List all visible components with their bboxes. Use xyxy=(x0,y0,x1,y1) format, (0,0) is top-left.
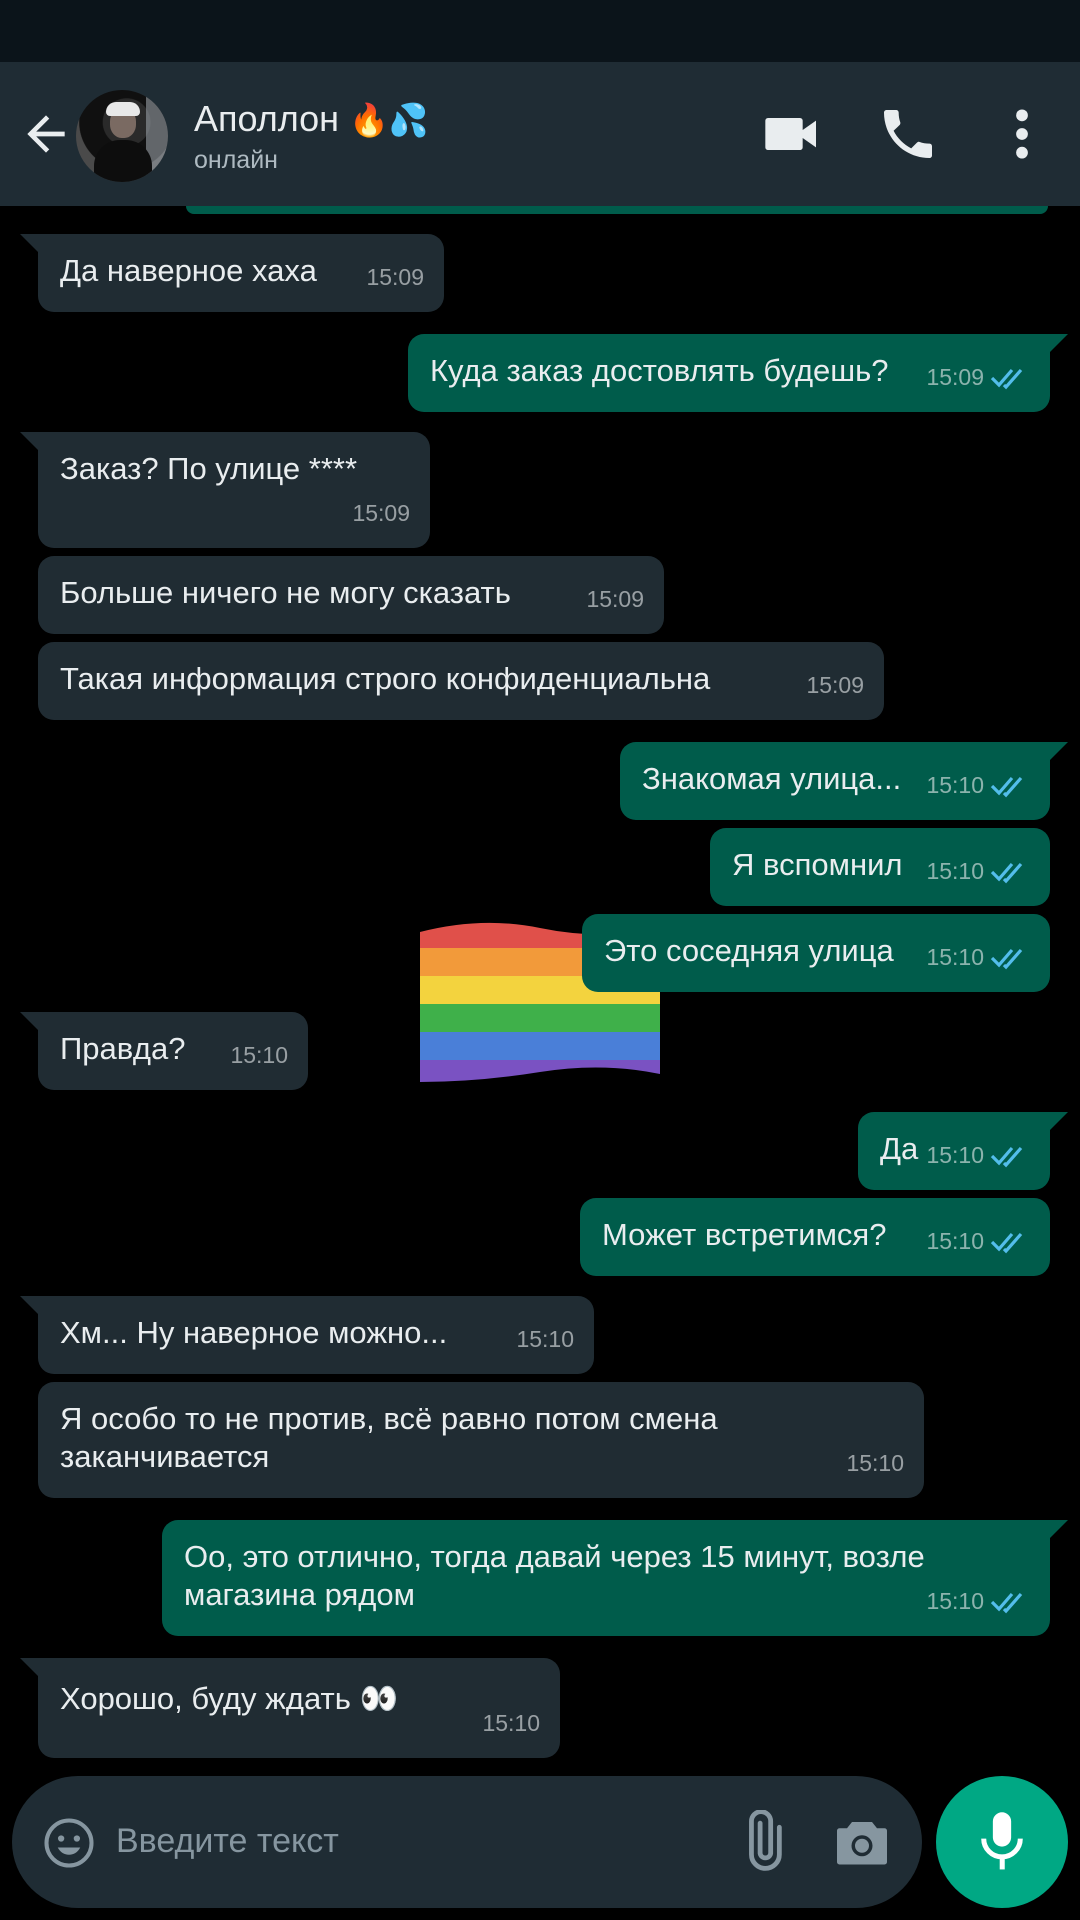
contact-avatar[interactable] xyxy=(76,90,168,182)
contact-name-row[interactable]: Аполлон 🔥💦 xyxy=(194,98,429,140)
message-outgoing[interactable]: Это соседняя улица 15:10 xyxy=(582,914,1050,992)
contact-status: онлайн xyxy=(194,146,278,174)
message-time: 15:10 xyxy=(926,772,984,798)
message-list[interactable]: Да наверное хаха 15:09 Куда заказ достов… xyxy=(0,206,1080,1762)
message-incoming[interactable]: Правда? 15:10 xyxy=(20,1012,308,1090)
read-ticks-icon xyxy=(990,1146,1023,1168)
message-text: Такая информация строго конфиденциальна xyxy=(60,661,711,696)
message-text: Больше ничего не могу сказать xyxy=(60,575,511,610)
message-outgoing[interactable]: Может встретимся? 15:10 xyxy=(580,1198,1050,1276)
message-text: Я особо то не против, всё равно потом см… xyxy=(60,1401,718,1474)
mic-icon xyxy=(981,1812,1023,1870)
chat-header: Аполлон 🔥💦 онлайн xyxy=(0,62,1080,206)
message-incoming[interactable]: Хорошо, буду ждать 👀 15:10 xyxy=(20,1658,560,1758)
message-text: Хм... Ну наверное можно... xyxy=(60,1315,448,1350)
message-incoming[interactable]: Такая информация строго конфиденциальна … xyxy=(38,642,884,720)
previous-outgoing-bubble xyxy=(186,206,1048,214)
composer-bar: Введите текст xyxy=(12,1776,922,1908)
message-time: 15:10 xyxy=(926,944,984,970)
camera-icon[interactable] xyxy=(832,1814,892,1870)
message-time: 15:09 xyxy=(352,500,410,526)
message-time: 15:09 xyxy=(366,264,424,290)
message-outgoing[interactable]: Я вспомнил 15:10 xyxy=(710,828,1050,906)
message-time: 15:10 xyxy=(230,1042,288,1068)
message-time: 15:10 xyxy=(926,858,984,884)
message-text: Оо, это отлично, тогда давай через 15 ми… xyxy=(184,1539,925,1612)
read-ticks-icon xyxy=(990,1232,1023,1254)
message-time: 15:09 xyxy=(926,364,984,390)
message-incoming[interactable]: Больше ничего не могу сказать 15:09 xyxy=(38,556,664,634)
read-ticks-icon xyxy=(990,776,1023,798)
read-ticks-icon xyxy=(990,862,1023,884)
read-ticks-icon xyxy=(990,368,1023,390)
read-ticks-icon xyxy=(990,1592,1023,1614)
message-incoming[interactable]: Я особо то не против, всё равно потом см… xyxy=(38,1382,924,1498)
video-call-icon[interactable] xyxy=(760,102,824,166)
message-incoming[interactable]: Заказ? По улице **** 15:09 xyxy=(20,432,430,548)
message-time: 15:09 xyxy=(806,672,864,698)
more-options-icon[interactable] xyxy=(990,102,1054,166)
message-time: 15:09 xyxy=(586,586,644,612)
message-outgoing[interactable]: Оо, это отлично, тогда давай через 15 ми… xyxy=(162,1520,1068,1636)
message-outgoing[interactable]: Куда заказ достовлять будешь? 15:09 xyxy=(408,334,1068,412)
message-time: 15:10 xyxy=(516,1326,574,1352)
status-bar xyxy=(0,0,1080,62)
message-incoming[interactable]: Хм... Ну наверное можно... 15:10 xyxy=(20,1296,594,1374)
message-time: 15:10 xyxy=(926,1142,984,1168)
message-time: 15:10 xyxy=(482,1710,540,1736)
message-text: Хорошо, буду ждать 👀 xyxy=(60,1681,399,1716)
message-time: 15:10 xyxy=(926,1228,984,1254)
voice-record-button[interactable] xyxy=(936,1776,1068,1908)
contact-name-emoji: 🔥💦 xyxy=(349,101,429,139)
message-outgoing[interactable]: Да 15:10 xyxy=(858,1112,1068,1190)
contact-name: Аполлон xyxy=(194,98,340,139)
back-arrow-icon[interactable] xyxy=(18,106,74,162)
message-input[interactable]: Введите текст xyxy=(116,1822,339,1861)
message-outgoing[interactable]: Знакомая улица... 15:10 xyxy=(620,742,1068,820)
voice-call-icon[interactable] xyxy=(876,102,940,166)
message-incoming[interactable]: Да наверное хаха 15:09 xyxy=(20,234,444,312)
message-text: Заказ? По улице **** xyxy=(60,451,358,486)
message-time: 15:10 xyxy=(926,1588,984,1614)
emoji-icon[interactable] xyxy=(42,1816,96,1870)
message-time: 15:10 xyxy=(846,1450,904,1476)
read-ticks-icon xyxy=(990,948,1023,970)
attach-icon[interactable] xyxy=(730,1810,794,1874)
